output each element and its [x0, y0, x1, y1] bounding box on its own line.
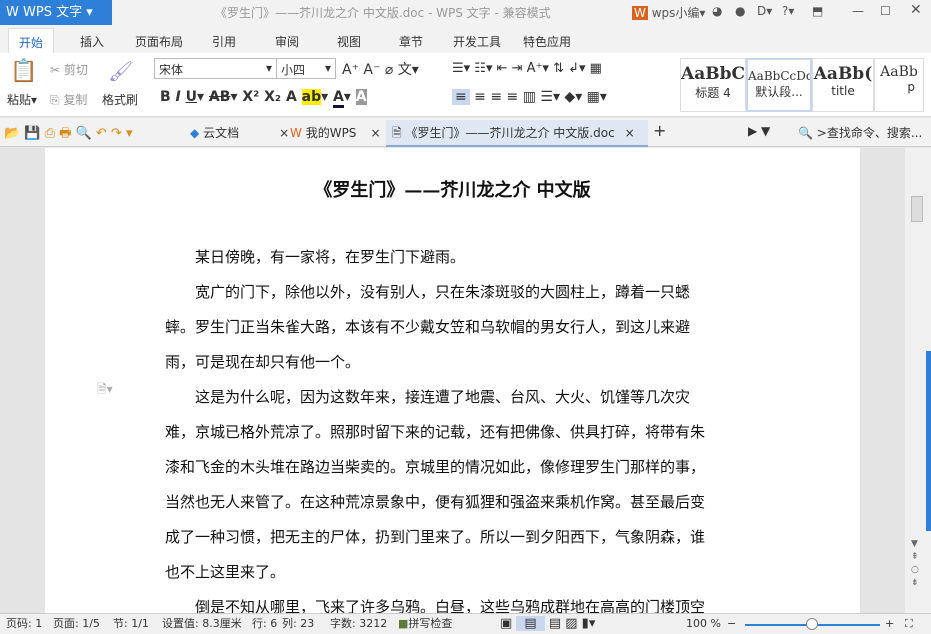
vertical-scrollbar[interactable]: ▼⇞○⇟: [905, 148, 931, 613]
tab-layout[interactable]: 页面布局: [135, 33, 183, 50]
share-icon[interactable]: D▾: [757, 4, 772, 18]
command-search[interactable]: 🔍 >查找命令、搜索...: [798, 124, 922, 141]
paragraph-buttons[interactable]: ☰▾ ☷▾ ⇤ ⇥ A⁺▾ ⇅ ↲▾ ▦: [452, 61, 602, 76]
window-title: 《罗生门》——芥川龙之介 中文版.doc - WPS 文字 - 兼容模式: [215, 4, 551, 21]
close-tab-icon[interactable]: ×: [279, 126, 289, 140]
font-size-select[interactable]: 小四▾: [276, 58, 336, 79]
status-bar: 页码: 1 页面: 1/5 节: 1/1 设置值: 8.3厘米 行: 6 列: …: [0, 613, 931, 634]
page-nav-buttons[interactable]: ▼⇞○⇟: [911, 538, 919, 590]
tab-home[interactable]: 开始: [8, 28, 54, 53]
scroll-thumb[interactable]: [911, 196, 923, 222]
wps-icon: W: [290, 126, 302, 140]
font-format-buttons[interactable]: B I U▾ AB▾ X² X₂ A ab▾ A▾ A: [160, 89, 367, 105]
document-area: 《罗生门》——芥川龙之介 中文版 某日傍晚，有一家将，在罗生门下避雨。 宽广的门…: [0, 148, 905, 613]
quick-access-icons[interactable]: 📂 💾 ⎙ 🖶 🔍 ↶ ↷ ▾: [4, 124, 132, 146]
status-setting: 设置值: 8.3厘米: [162, 614, 242, 634]
status-col: 列: 23: [282, 614, 314, 634]
paste-button[interactable]: 粘贴▾: [7, 91, 37, 108]
text-line: 成了一种习惯，把无主的尸体，扔到门里来了。所以一到夕阳西下，气象阴森，谁: [165, 526, 705, 547]
document-title: 《罗生门》——芥川龙之介 中文版: [45, 176, 860, 202]
style-p[interactable]: AaBbp: [874, 58, 924, 112]
text-line: 当然也无人来管了。在这种荒凉景象中，便有狐狸和强盗来乘机作窝。甚至最后变: [165, 491, 705, 512]
tab-insert[interactable]: 插入: [80, 33, 104, 50]
text-line: 漆和飞金的木头堆在路边当柴卖的。京城里的情况如此，像修理罗生门那样的事，: [165, 456, 705, 477]
tab-chapter[interactable]: 章节: [399, 33, 423, 50]
align-buttons[interactable]: ≡ ≡ ≡ ≡ ▥ ☰▾ ◆▾ ▦▾: [452, 89, 607, 105]
zoom-in-button[interactable]: +: [885, 614, 894, 634]
tab-references[interactable]: 引用: [212, 33, 236, 50]
side-panel-handle[interactable]: [926, 351, 931, 531]
font-name-select[interactable]: 宋体▾: [154, 58, 277, 79]
user-menu[interactable]: W wps小编▾: [632, 4, 705, 21]
text-line: 宽广的门下，除他以外，没有别人，只在朱漆斑驳的大圆柱上，蹲着一只蟋: [165, 281, 690, 302]
doc-tab-mywps[interactable]: W 我的WPS×: [290, 124, 381, 141]
status-page: 页面: 1/5: [53, 614, 100, 634]
spell-check-button[interactable]: ■拼写检查: [398, 614, 452, 634]
style-heading4[interactable]: AaBbC标题 4: [680, 58, 746, 112]
close-button[interactable]: ✕: [910, 2, 922, 18]
paragraph-marker-icon[interactable]: 🗎▾: [97, 380, 113, 401]
minimize-button[interactable]: —: [852, 4, 864, 18]
paste-icon[interactable]: 📋: [10, 59, 37, 84]
close-tab-icon[interactable]: ×: [370, 126, 380, 140]
status-section: 节: 1/1: [113, 614, 149, 634]
menu-tabs: 开始 插入 页面布局 引用 审阅 视图 章节 开发工具 特色应用: [0, 26, 931, 53]
zoom-out-button[interactable]: −: [727, 614, 736, 634]
extra-icons[interactable]: ▶ ▼: [748, 124, 770, 138]
font-grow-shrink-icons[interactable]: A⁺ A⁻ ⌀ 文▾: [342, 59, 419, 79]
document-tab-bar: 📂 💾 ⎙ 🖶 🔍 ↶ ↷ ▾ ◆ 云文档× W 我的WPS× 🗎 《罗生门》—…: [0, 118, 931, 147]
text-line: 也不上这里来了。: [165, 561, 285, 582]
tab-view[interactable]: 视图: [337, 33, 361, 50]
fullscreen-icon[interactable]: ⛶: [905, 614, 913, 634]
tab-developer[interactable]: 开发工具: [453, 33, 501, 50]
help-icon[interactable]: ?▾: [782, 4, 794, 18]
text-line: 难，京城已格外荒凉了。照那时留下来的记载，还有把佛像、供具打碎，将带有朱: [165, 421, 705, 442]
status-page-code: 页码: 1: [6, 614, 42, 634]
ribbon: 📋 粘贴▾ ✂ 剪切 ⎘ 复制 🖌 格式刷 宋体▾ 小四▾ A⁺ A⁻ ⌀ 文▾…: [0, 53, 931, 117]
tab-review[interactable]: 审阅: [275, 33, 299, 50]
copy-button[interactable]: ⎘ 复制: [50, 91, 87, 108]
doc-tab-active-label[interactable]: 🗎 《罗生门》——芥川龙之介 中文版.doc×: [392, 124, 635, 145]
cloud-icon: ◆: [190, 126, 199, 140]
status-words: 字数: 3212: [330, 614, 387, 634]
format-painter-icon[interactable]: 🖌: [108, 59, 133, 83]
cut-button[interactable]: ✂ 剪切: [50, 61, 88, 78]
text-line: 倒是不知从哪里，飞来了许多乌鸦。白昼，这些乌鸦成群地在高高的门楼顶空: [165, 596, 705, 613]
zoom-slider-thumb[interactable]: [806, 618, 818, 630]
text-line: 这是为什么呢，因为这数年来，接连遭了地震、台风、大火、饥馑等几次灾: [165, 386, 690, 407]
maximize-button[interactable]: ☐: [880, 4, 891, 18]
text-line: 雨，可是现在却只有他一个。: [165, 351, 360, 372]
restore-ribbon-icon[interactable]: ⬒: [812, 4, 823, 18]
view-mode-buttons[interactable]: ▣ ▤ ▤ ▨ ▮▾: [500, 614, 595, 634]
doc-tab-cloud[interactable]: ◆ 云文档×: [190, 124, 289, 141]
app-menu-button[interactable]: W WPS 文字 ▾: [0, 0, 112, 25]
text-line: 某日傍晚，有一家将，在罗生门下避雨。: [165, 246, 465, 267]
skin-icon[interactable]: ◕: [712, 4, 722, 18]
style-title[interactable]: AaBb(title: [812, 58, 874, 112]
tab-features[interactable]: 特色应用: [523, 33, 571, 50]
status-row: 行: 6: [252, 614, 277, 634]
settings-icon[interactable]: ●: [735, 4, 745, 18]
wps-logo-icon: W: [6, 5, 23, 20]
close-tab-icon[interactable]: ×: [625, 126, 635, 140]
title-bar: W WPS 文字 ▾ 《罗生门》——芥川龙之介 中文版.doc - WPS 文字…: [0, 0, 931, 26]
new-tab-button[interactable]: +: [653, 121, 666, 140]
wps-user-icon: W: [632, 6, 648, 20]
document-page[interactable]: 《罗生门》——芥川龙之介 中文版 某日傍晚，有一家将，在罗生门下避雨。 宽广的门…: [45, 148, 860, 613]
zoom-level: 100 %: [686, 614, 721, 634]
text-line: 蟀。罗生门正当朱雀大路，本该有不少戴女笠和乌软帽的男女行人，到这儿来避: [165, 316, 690, 337]
format-painter-button[interactable]: 格式刷: [102, 91, 138, 108]
doc-icon: 🗎: [392, 126, 402, 140]
style-default[interactable]: AaBbCcDd默认段...: [746, 58, 812, 112]
